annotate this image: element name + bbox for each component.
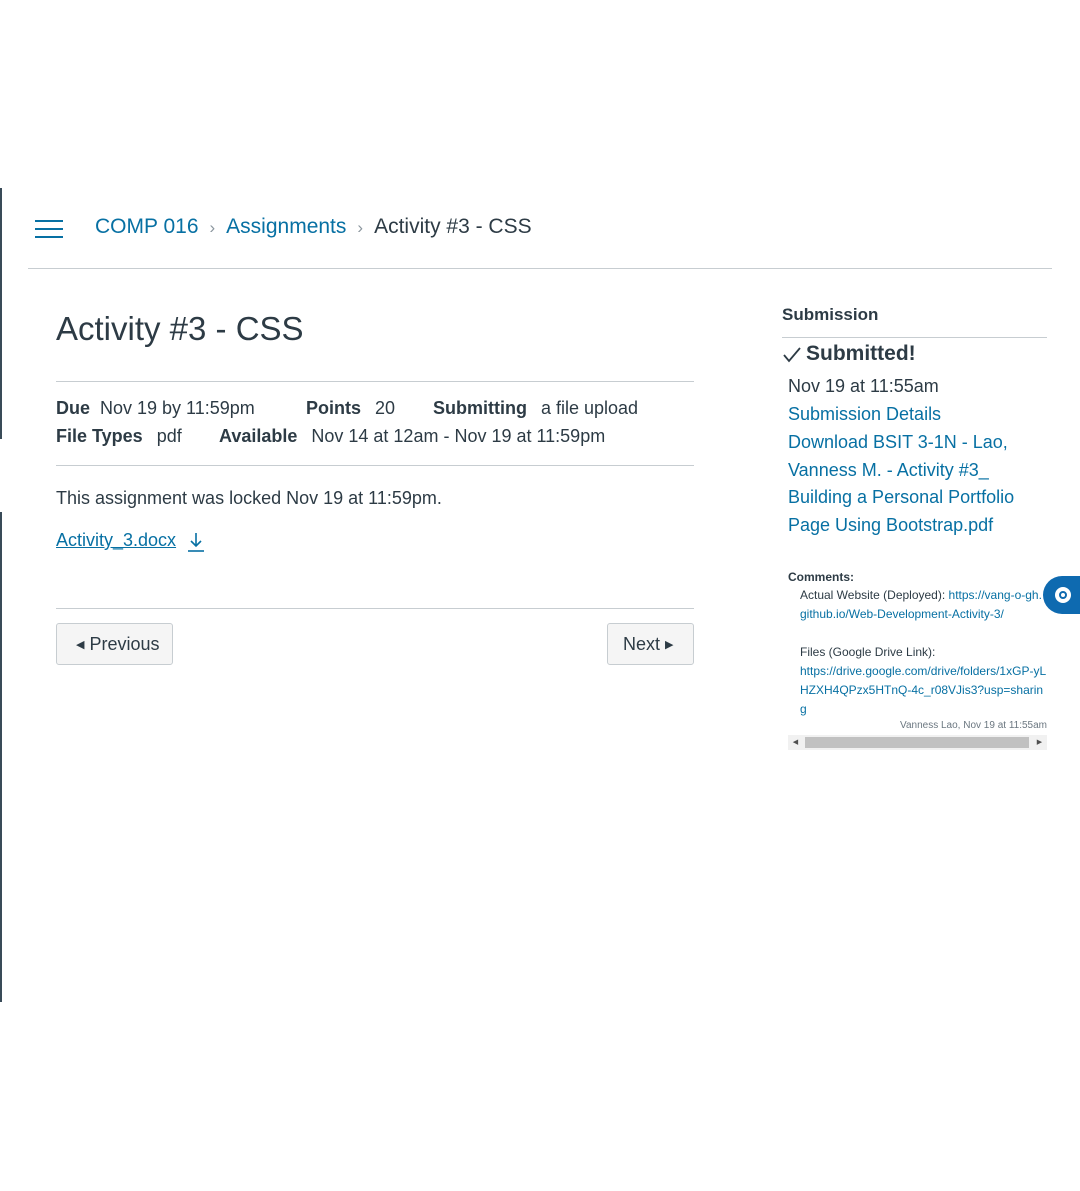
due-date: Due Nov 19 by 11:59pm (56, 398, 255, 419)
availability: Available Nov 14 at 12am - Nov 19 at 11:5… (219, 426, 605, 447)
submission-status: Submitted! (806, 342, 916, 365)
next-label: Next (623, 633, 661, 654)
due-value: Nov 19 by 11:59pm (100, 398, 255, 418)
caret-left-icon: ◀ (76, 638, 85, 651)
filetypes-value: pdf (156, 426, 182, 446)
left-border (0, 512, 2, 1002)
scrollbar-thumb[interactable] (805, 737, 1029, 748)
header-divider (28, 268, 1052, 269)
points-value: 20 (375, 398, 396, 418)
submission-details-link[interactable]: Submission Details (788, 404, 941, 425)
next-button[interactable]: Next ▶ (607, 623, 694, 665)
comment-author-date: Vanness Lao, Nov 19 at 11:55am (900, 720, 1047, 731)
lock-message: This assignment was locked Nov 19 at 11:… (56, 488, 442, 508)
submitting-label: Submitting (433, 398, 527, 418)
previous-button[interactable]: ◀ Previous (56, 623, 173, 665)
download-submission-link[interactable]: Download BSIT 3-1N - Lao, Vanness M. - A… (788, 429, 1038, 539)
file-types: File Types pdf (56, 426, 182, 447)
divider (56, 381, 694, 382)
comment-label: Actual Website (Deployed): (800, 588, 946, 602)
scroll-right-icon[interactable]: ▶ (1032, 735, 1047, 750)
comments-label: Comments: (788, 570, 855, 584)
breadcrumb-course[interactable]: COMP 016 (95, 215, 199, 239)
divider (782, 337, 1047, 338)
scroll-left-icon[interactable]: ◀ (788, 735, 803, 750)
due-label: Due (56, 398, 91, 418)
breadcrumb-assignments[interactable]: Assignments (226, 215, 346, 239)
divider (56, 608, 694, 609)
caret-right-icon: ▶ (665, 638, 674, 651)
submitting-type: Submitting a file upload (433, 398, 638, 419)
filetypes-label: File Types (56, 426, 143, 446)
breadcrumb-current: Activity #3 - CSS (374, 215, 532, 238)
points-label: Points (306, 398, 362, 418)
available-value: Nov 14 at 12am - Nov 19 at 11:59pm (311, 426, 606, 446)
comment-link[interactable]: https://drive.google.com/drive/folders/1… (800, 662, 1047, 719)
previous-label: Previous (89, 633, 160, 654)
comment-line: Actual Website (Deployed): https://vang-… (800, 586, 1047, 624)
chevron-right-icon: › (357, 218, 364, 237)
chat-icon[interactable] (1043, 576, 1080, 614)
horizontal-scrollbar[interactable]: ◀ ▶ (788, 735, 1047, 750)
hamburger-icon[interactable] (35, 220, 63, 240)
page-title: Activity #3 - CSS (56, 310, 304, 347)
submission-heading: Submission (782, 305, 879, 324)
comment: Actual Website (Deployed): https://vang-… (800, 586, 1047, 719)
checkmark-icon (783, 347, 801, 363)
download-icon[interactable] (186, 531, 206, 553)
chevron-right-icon: › (209, 218, 216, 237)
attachment-link[interactable]: Activity_3.docx (56, 530, 176, 551)
submitting-value: a file upload (540, 398, 639, 418)
submission-date: Nov 19 at 11:55am (788, 376, 939, 396)
breadcrumb: COMP 016 › Assignments › Activity #3 - C… (95, 213, 532, 241)
divider (56, 465, 694, 466)
comment-line: Files (Google Drive Link): (800, 645, 936, 659)
left-border (0, 188, 2, 439)
points: Points 20 (306, 398, 395, 419)
available-label: Available (219, 426, 298, 446)
